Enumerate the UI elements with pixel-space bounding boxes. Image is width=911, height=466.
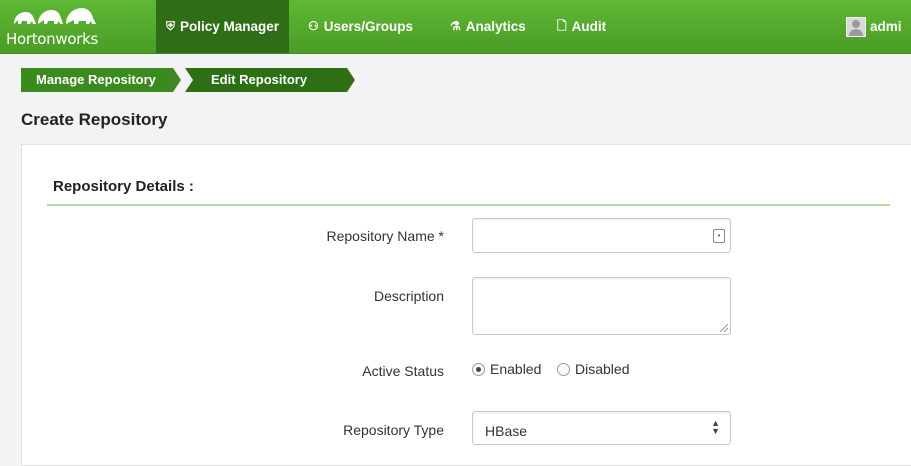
radio-unchecked-icon bbox=[557, 363, 570, 376]
nav-users-groups-label: Users/Groups bbox=[323, 19, 414, 34]
page-title: Create Repository bbox=[21, 110, 168, 129]
active-status-label: Active Status bbox=[362, 363, 444, 379]
repository-name-field[interactable]: • bbox=[472, 218, 731, 253]
repository-name-label: Repository Name * bbox=[326, 228, 445, 244]
user-menu[interactable]: admi bbox=[846, 0, 902, 53]
users-icon: ⚇ bbox=[308, 19, 319, 33]
key-icon: • bbox=[713, 229, 725, 243]
shield-icon: ⛨ bbox=[166, 19, 176, 33]
radio-enabled-label: Enabled bbox=[490, 361, 542, 377]
top-navbar: Hortonworks ⛨ Policy Manager ⚇ Users/Group… bbox=[0, 0, 911, 54]
repository-name-input[interactable] bbox=[473, 219, 730, 252]
user-name: admi bbox=[870, 19, 902, 34]
avatar bbox=[846, 17, 866, 38]
repository-type-select[interactable]: HBase ▲ ▼ bbox=[472, 411, 731, 445]
flask-icon: ⚗ bbox=[450, 19, 461, 33]
nav-audit-label: Audit bbox=[571, 19, 607, 34]
description-field[interactable] bbox=[472, 277, 731, 335]
resize-grip-icon[interactable] bbox=[720, 324, 728, 332]
hortonworks-logo[interactable]: Hortonworks bbox=[6, 6, 124, 50]
brand-name: Hortonworks bbox=[6, 30, 99, 48]
section-title: Repository Details : bbox=[53, 178, 194, 195]
repository-type-label: Repository Type bbox=[343, 422, 444, 438]
nav-analytics[interactable]: ⚗ Analytics bbox=[440, 0, 536, 53]
repository-form-panel: Repository Details : Repository Name * •… bbox=[21, 144, 911, 466]
breadcrumb-edit-repository[interactable]: Edit Repository bbox=[185, 68, 355, 92]
nav-audit[interactable]: 🗋 Audit bbox=[547, 0, 616, 53]
select-arrows-icon: ▲ ▼ bbox=[711, 418, 720, 436]
radio-disabled-label: Disabled bbox=[575, 361, 630, 377]
document-icon: 🗋 bbox=[557, 19, 567, 33]
elephant-herd-icon bbox=[14, 8, 96, 24]
description-label: Description bbox=[373, 288, 444, 304]
nav-analytics-label: Analytics bbox=[465, 19, 526, 34]
radio-checked-icon bbox=[472, 363, 485, 376]
nav-users-groups[interactable]: ⚇ Users/Groups bbox=[298, 0, 423, 53]
breadcrumb-manage-repository[interactable]: Manage Repository bbox=[21, 68, 181, 92]
repository-type-value: HBase bbox=[485, 423, 528, 439]
section-divider bbox=[47, 204, 890, 206]
nav-policy-manager-label: Policy Manager bbox=[180, 19, 280, 34]
description-textarea[interactable] bbox=[473, 278, 730, 334]
radio-enabled[interactable]: Enabled bbox=[472, 361, 541, 377]
radio-disabled[interactable]: Disabled bbox=[557, 361, 629, 377]
nav-policy-manager[interactable]: ⛨ Policy Manager bbox=[156, 0, 290, 53]
